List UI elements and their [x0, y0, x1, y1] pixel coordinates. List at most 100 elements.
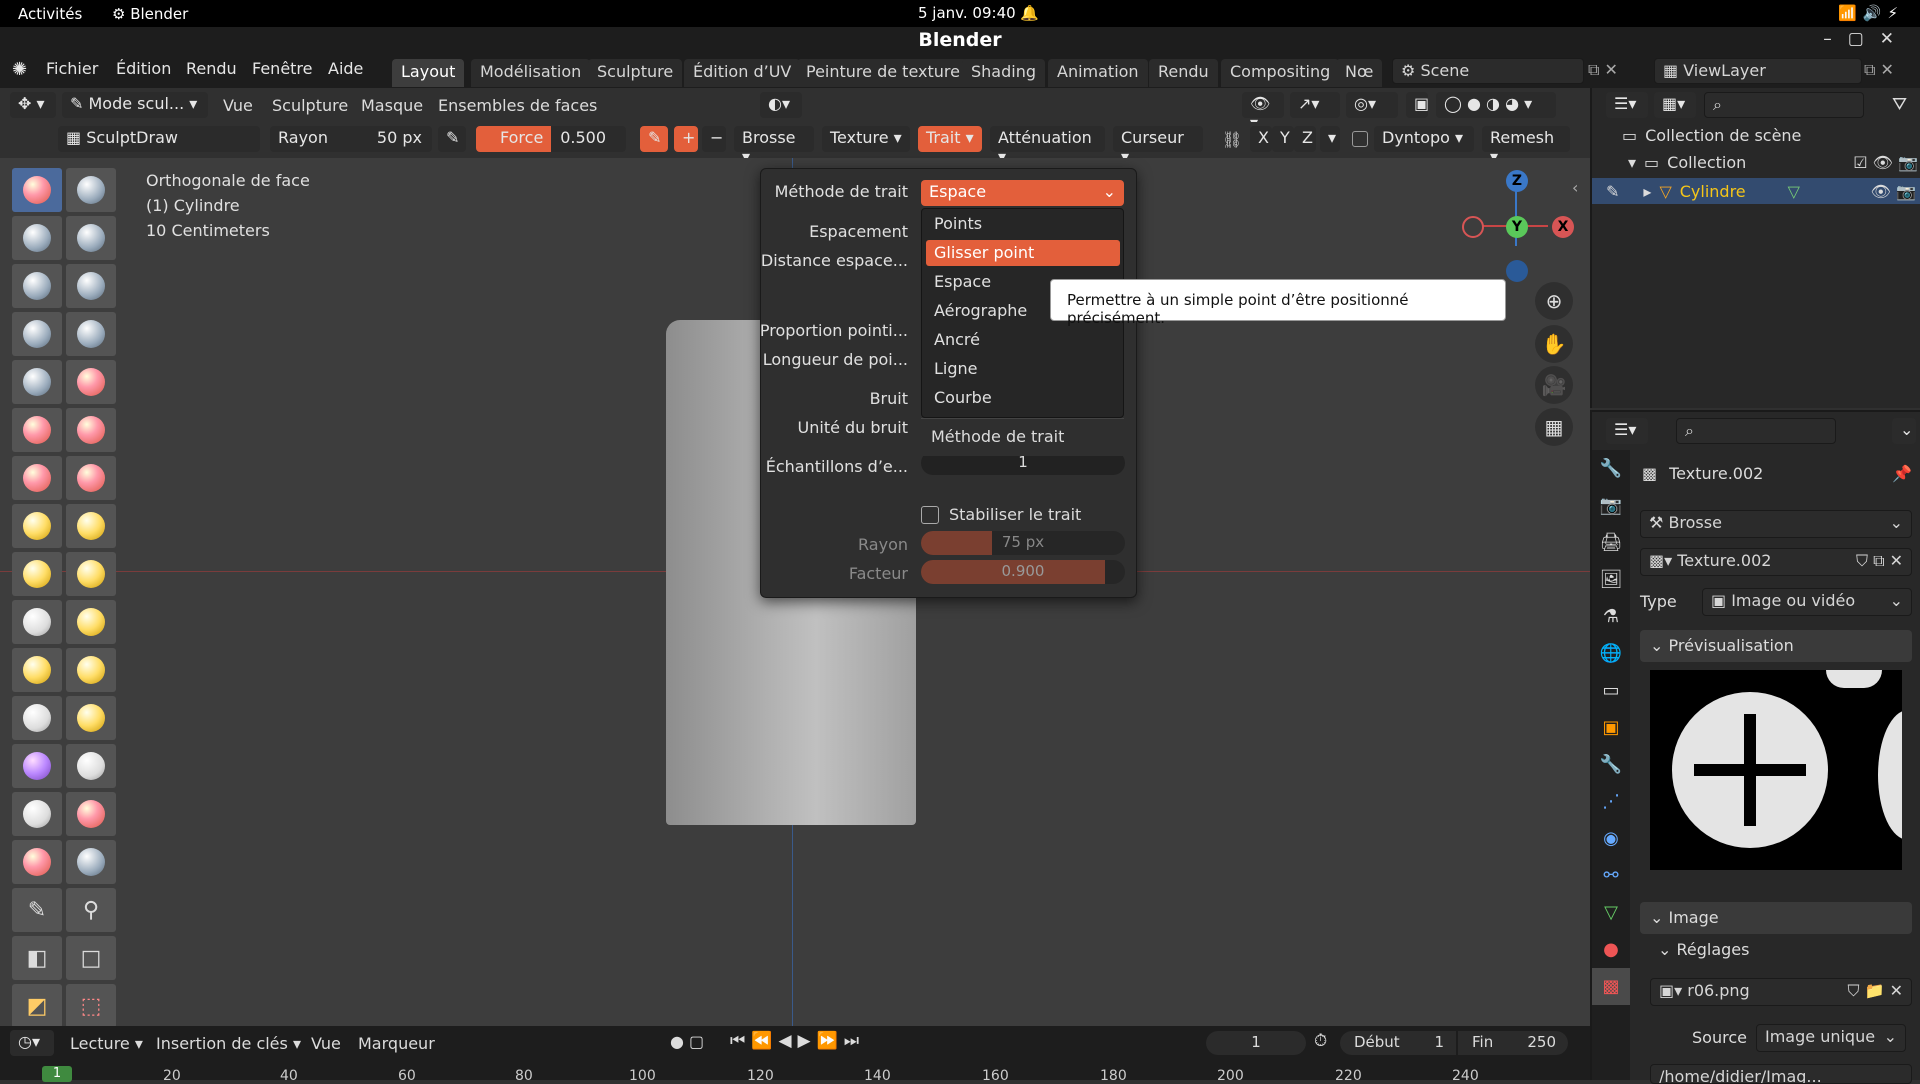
tool-clay-strips[interactable] [66, 216, 116, 260]
particles-tab-icon[interactable]: ⋰ [1592, 783, 1630, 820]
material-tab-icon[interactable]: ● [1592, 931, 1630, 968]
mode-selector[interactable]: ✎ Mode scul... ▾ [62, 92, 208, 118]
scene-collection-row[interactable]: ▭ Collection de scène [1622, 126, 1801, 145]
tool-multires-displacement[interactable] [12, 840, 62, 884]
gizmo-neg-x[interactable] [1462, 216, 1484, 238]
gizmo-x[interactable]: X [1552, 216, 1574, 238]
remesh-dropdown[interactable]: Remesh ▾ [1482, 126, 1570, 166]
tool-draw-sharp[interactable] [66, 168, 116, 212]
app-menu[interactable]: ⚙ Blender [112, 5, 188, 23]
axis-x-toggle[interactable]: X [1250, 126, 1272, 152]
tool-box-hide[interactable]: □ [66, 936, 116, 980]
menu-view[interactable]: Vue [223, 96, 253, 115]
system-indicators[interactable]: 📶🔊⚡ [1838, 4, 1904, 22]
overlay-toggle[interactable]: ◎▾ [1346, 92, 1398, 118]
tool-pose[interactable] [66, 600, 116, 644]
playback-controls[interactable]: ⏮⏪◀▶⏩⏭ [730, 1031, 865, 1051]
filter-icon[interactable]: ⛛ [1892, 94, 1907, 115]
tool-clay-thumb[interactable] [12, 264, 62, 308]
tool-layer[interactable] [66, 264, 116, 308]
tool-annotate[interactable]: ✎ [12, 888, 62, 932]
texture-context-select[interactable]: ⚒ Brosse ⌄ [1640, 510, 1912, 538]
tab-nodes[interactable]: Nœ [1336, 59, 1383, 87]
force-pressure-icon[interactable]: ✎ [640, 126, 668, 152]
texture-datablock[interactable]: ▩▾ Texture.002 ⛉ ⧉ ✕ [1640, 548, 1912, 576]
keying-menu[interactable]: Insertion de clés ▾ [156, 1034, 301, 1053]
type-select[interactable]: ▣ Image ou vidéo ⌄ [1702, 588, 1912, 616]
data-tab-icon[interactable]: ▽ [1592, 894, 1630, 931]
tool-draw[interactable] [12, 168, 62, 212]
menu-sculpt[interactable]: Sculpture [272, 96, 348, 115]
tool-smooth[interactable] [66, 360, 116, 404]
tab-compositing[interactable]: Compositing [1221, 59, 1340, 87]
physics-tab-icon[interactable]: ◉ [1592, 820, 1630, 857]
menu-window[interactable]: Fenêtre [252, 59, 313, 78]
blender-logo-icon[interactable]: ✺ [12, 59, 27, 80]
dropdown-brush[interactable]: Brosse ▾ [734, 126, 814, 166]
tab-rendering[interactable]: Rendu [1149, 59, 1218, 87]
current-frame-field[interactable]: 1 [1206, 1031, 1306, 1055]
timeline-editor-type[interactable]: ◷▾ [10, 1030, 54, 1056]
scene-tab-icon[interactable]: ⚗ [1592, 598, 1630, 635]
stopwatch-icon[interactable]: ⏱ [1314, 1031, 1327, 1051]
window-controls[interactable]: –▢✕ [1823, 29, 1910, 49]
outliner-editor-type[interactable]: ☰▾ [1606, 92, 1648, 118]
scene-actions[interactable]: ⧉ ✕ [1588, 60, 1618, 80]
timeline-view-menu[interactable]: Vue [311, 1034, 341, 1053]
tool-pinch[interactable] [12, 504, 62, 548]
zoom-icon[interactable]: ⊕ [1535, 282, 1573, 320]
radius-field[interactable]: Rayon 50 px [270, 126, 432, 152]
outliner-search[interactable]: ⌕ [1704, 92, 1864, 118]
pan-hand-icon[interactable]: ✋ [1535, 325, 1573, 363]
tool-multiplane-scrape[interactable] [66, 456, 116, 500]
tool-rotate[interactable] [66, 648, 116, 692]
tool-snake-hook[interactable] [66, 552, 116, 596]
tool-mesh-filter[interactable]: ◩ [12, 984, 62, 1028]
symmetry-icon[interactable]: ⛓ [1222, 130, 1242, 149]
force-field[interactable]: Force 0.500 [476, 126, 626, 152]
tool-nudge[interactable] [12, 648, 62, 692]
symmetry-dropdown[interactable]: ▾ [1320, 126, 1340, 152]
tab-uv-editing[interactable]: Édition d’UV [684, 59, 801, 87]
tool-elastic-deform[interactable] [12, 552, 62, 596]
pivot-button[interactable]: ◐▾ [760, 92, 802, 118]
playback-menu[interactable]: Lecture ▾ [70, 1034, 143, 1053]
menu-mask[interactable]: Masque [361, 96, 423, 115]
option-airbrush[interactable]: Aérographe [934, 301, 1027, 320]
tool-multires-smear[interactable] [66, 840, 116, 884]
option-points[interactable]: Points [934, 214, 982, 233]
stabilize-stroke[interactable]: Stabiliser le trait [921, 505, 1081, 524]
texture-tab-icon[interactable]: ▩ [1592, 968, 1630, 1005]
world-tab-icon[interactable]: 🌐 [1592, 635, 1630, 672]
view-layer-tab-icon[interactable]: 🖼 [1592, 561, 1630, 598]
orthographic-grid-icon[interactable]: ▦ [1535, 408, 1573, 446]
dropdown-falloff[interactable]: Atténuation ▾ [990, 126, 1105, 166]
tool-fill[interactable] [66, 408, 116, 452]
option-line[interactable]: Ligne [934, 359, 978, 378]
record-button[interactable]: ● ▢ [670, 1032, 704, 1051]
object-tab-icon[interactable]: ▣ [1592, 709, 1630, 746]
tool-simplify[interactable] [66, 744, 116, 788]
camera-view-icon[interactable]: 🎥 [1535, 366, 1573, 404]
menu-render[interactable]: Rendu [186, 59, 237, 78]
settings-subpanel-header[interactable]: ⌄ Réglages [1658, 940, 1749, 959]
dropdown-stroke[interactable]: Trait ▾ [918, 126, 982, 152]
option-curve[interactable]: Courbe [934, 388, 992, 407]
axis-z-toggle[interactable]: Z [1294, 126, 1316, 152]
tool-blob[interactable] [66, 312, 116, 356]
source-select[interactable]: Image unique ⌄ [1756, 1024, 1906, 1052]
menu-file[interactable]: Fichier [46, 59, 98, 78]
dropdown-cursor[interactable]: Curseur ▾ [1113, 126, 1203, 166]
constraints-tab-icon[interactable]: ⚯ [1592, 857, 1630, 894]
preview-panel-header[interactable]: ⌄ Prévisualisation [1640, 630, 1912, 662]
option-drag-dot[interactable]: Glisser point [934, 243, 1034, 262]
object-toggles[interactable]: 👁 📷 [1871, 182, 1916, 201]
properties-editor-type[interactable]: ☰▾ [1606, 418, 1648, 444]
stabilize-factor-slider[interactable]: 0.900 [921, 560, 1125, 584]
menu-edit[interactable]: Édition [116, 59, 171, 78]
direction-subtract-button[interactable]: − [702, 126, 726, 152]
tool-transform[interactable]: ⬚ [66, 984, 116, 1028]
collection-toggles[interactable]: ☑ 👁 📷 [1853, 153, 1918, 172]
stroke-method-select[interactable]: Espace ⌄ [921, 180, 1124, 206]
start-frame-field[interactable]: Début 1 [1340, 1031, 1456, 1055]
